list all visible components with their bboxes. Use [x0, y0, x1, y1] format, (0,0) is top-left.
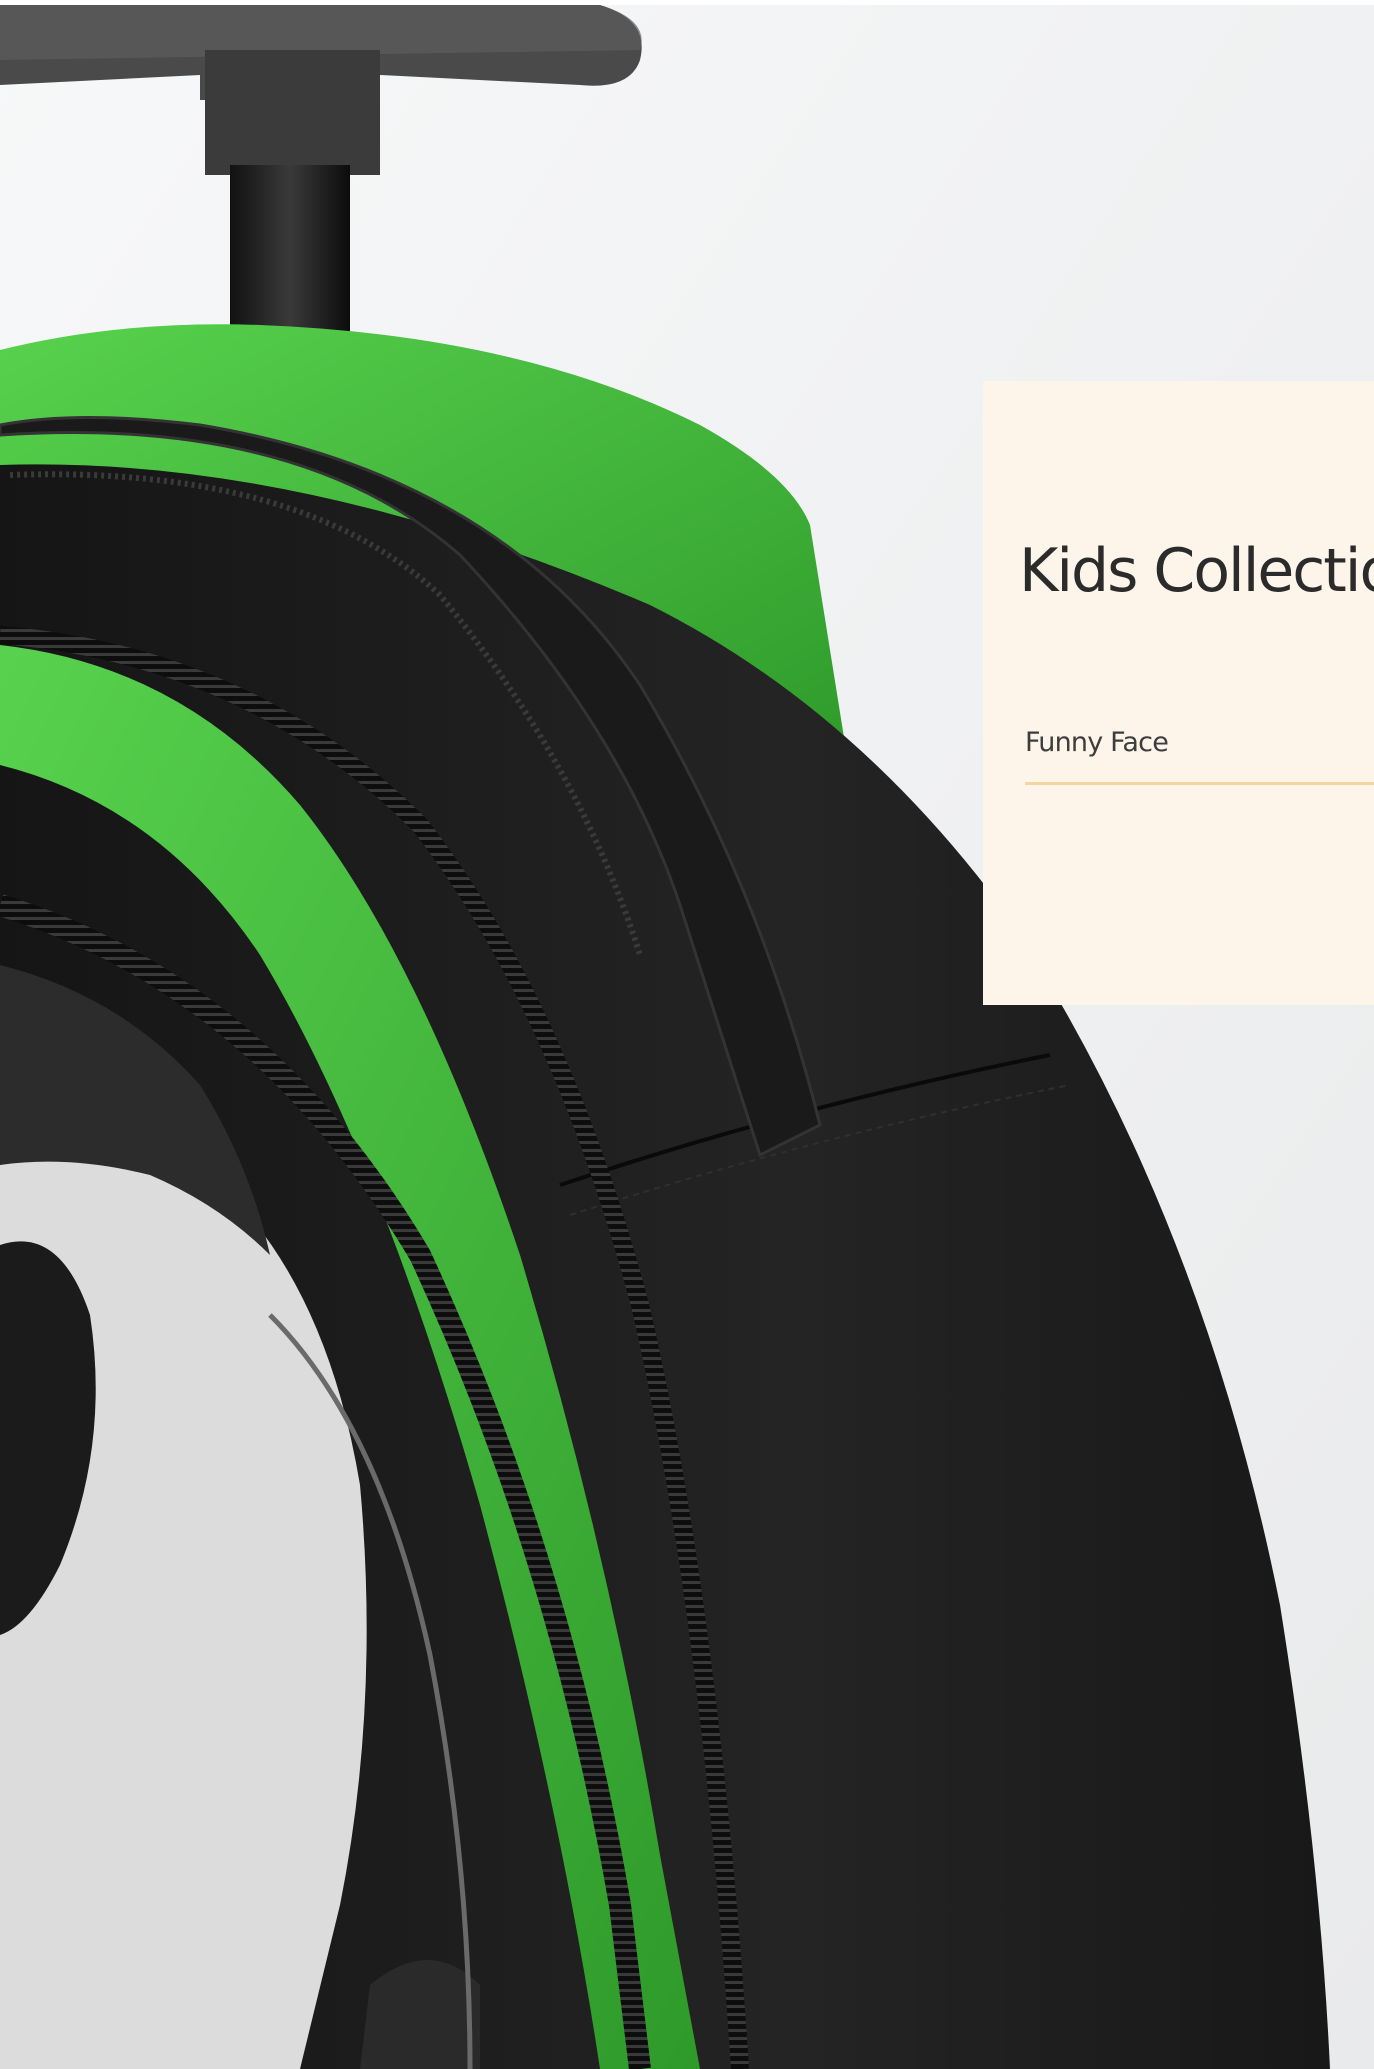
product-photo	[0, 5, 1374, 2069]
collection-title: Kids Collection	[1019, 536, 1374, 606]
product-name: Funny Face	[1025, 727, 1169, 758]
info-panel: Kids Collection Funny Face	[983, 381, 1374, 1005]
handle-collar	[205, 50, 380, 175]
divider-rule	[1025, 782, 1374, 785]
